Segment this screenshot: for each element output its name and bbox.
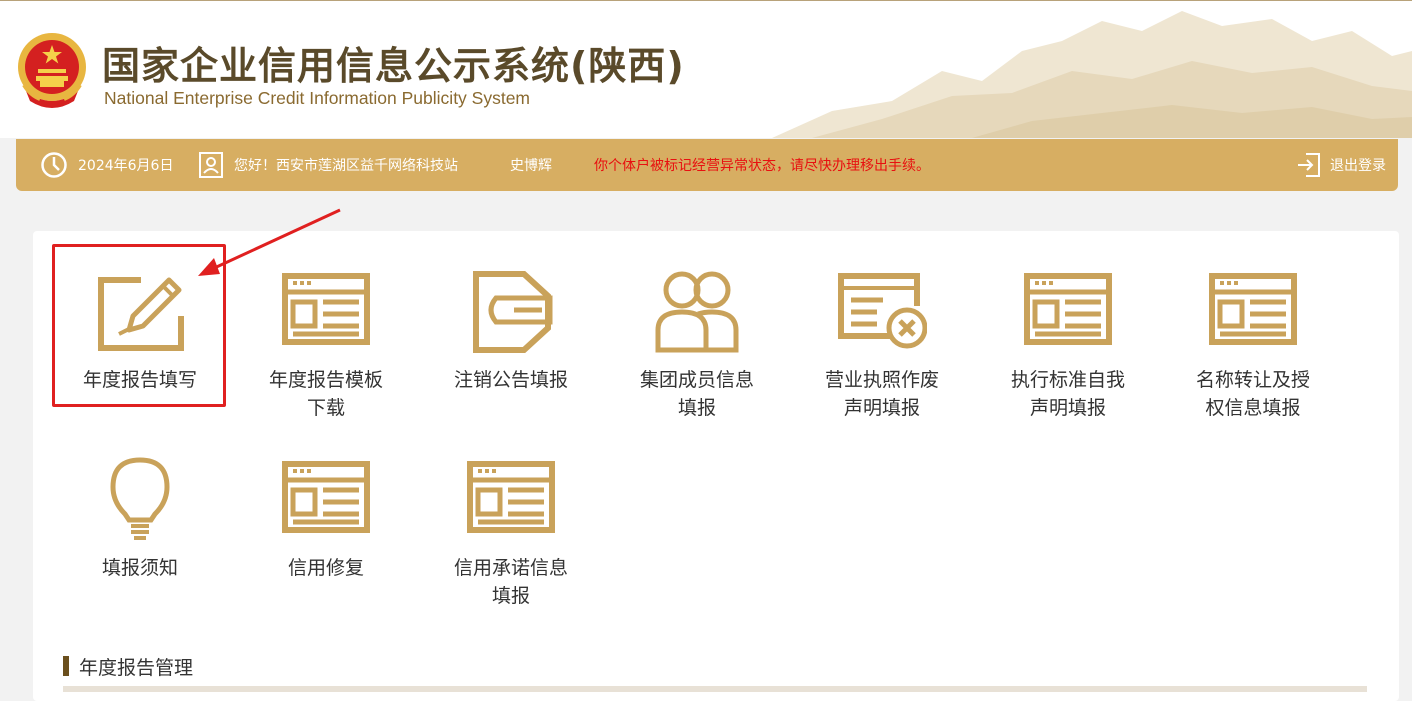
site-header: 国家企业信用信息公示系统(陕西) National Enterprise Cre… bbox=[0, 1, 1412, 138]
abnormal-warning: 你个体户被标记经营异常状态，请尽快办理移出手续。 bbox=[594, 158, 930, 174]
user-card-icon bbox=[199, 152, 223, 178]
user-name: 史博辉 bbox=[510, 158, 552, 174]
tile-label: 年度报告模板下载 bbox=[268, 369, 383, 419]
tile-label: 注销公告填报 bbox=[453, 369, 568, 391]
current-date: 2024年6月6日 bbox=[78, 158, 174, 174]
tile-label: 填报须知 bbox=[101, 557, 178, 579]
logout-label: 退出登录 bbox=[1330, 158, 1386, 174]
logout-button[interactable]: 退出登录 bbox=[1296, 139, 1386, 191]
tile-label: 集团成员信息填报 bbox=[639, 369, 754, 419]
greeting-group: 您好！西安市莲湖区益千网络科技站 bbox=[198, 139, 458, 191]
greeting-text: 您好！西安市莲湖区益千网络科技站 bbox=[234, 158, 458, 174]
tile-label: 名称转让及授权信息填报 bbox=[1195, 369, 1310, 419]
document-icon bbox=[466, 456, 556, 546]
tile-label: 信用修复 bbox=[287, 557, 364, 579]
date-group: 2024年6月6日 bbox=[40, 139, 173, 191]
site-title-en: National Enterprise Credit Information P… bbox=[104, 88, 531, 108]
document-icon bbox=[1023, 268, 1113, 358]
cancel-notice-icon bbox=[473, 271, 553, 353]
user-info-bar: 2024年6月6日 您好！西安市莲湖区益千网络科技站 史博辉 你个体户被标记经营… bbox=[16, 139, 1398, 191]
section-marker bbox=[63, 656, 69, 676]
section-header: 年度报告管理 bbox=[63, 655, 194, 679]
tile-label: 执行标准自我声明填报 bbox=[1010, 369, 1125, 419]
section-divider bbox=[63, 686, 1367, 692]
mountain-background bbox=[772, 11, 1412, 138]
clock-icon bbox=[41, 152, 67, 178]
section-title: 年度报告管理 bbox=[79, 656, 194, 679]
annotation-arrow-icon bbox=[198, 208, 341, 276]
document-icon bbox=[1208, 268, 1298, 358]
tile-label: 信用承诺信息填报 bbox=[453, 557, 568, 607]
site-title-cn: 国家企业信用信息公示系统(陕西) bbox=[102, 44, 685, 88]
national-emblem-icon bbox=[18, 33, 86, 108]
lightbulb-icon bbox=[110, 457, 170, 540]
tile-label: 营业执照作废声明填报 bbox=[824, 369, 939, 419]
license-void-icon bbox=[838, 273, 927, 349]
logout-icon bbox=[1298, 153, 1320, 177]
group-members-icon bbox=[655, 271, 739, 353]
document-icon bbox=[281, 456, 371, 546]
